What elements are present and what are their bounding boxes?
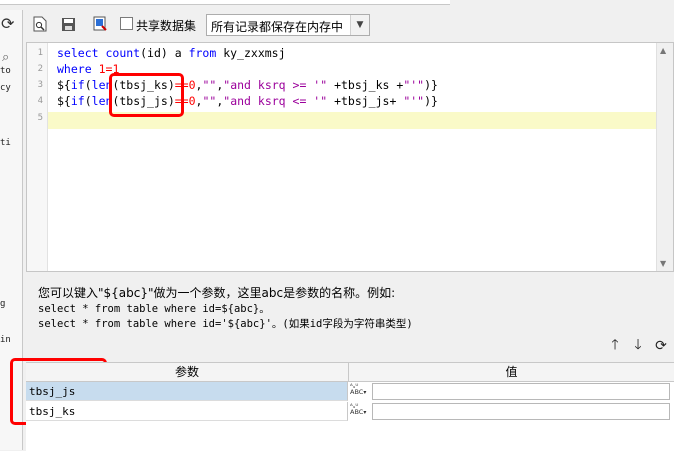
- preview-doc-icon: [33, 16, 47, 32]
- move-down-button[interactable]: 🡓: [629, 337, 647, 355]
- share-dataset-checkbox[interactable]: [120, 17, 133, 30]
- move-up-button[interactable]: 🡑: [606, 337, 624, 355]
- floppy-icon: [61, 17, 75, 31]
- line-number: 4: [37, 96, 43, 106]
- arrow-down-icon: 🡓: [634, 337, 642, 353]
- chevron-down-icon[interactable]: ▼: [350, 15, 369, 35]
- tree-item-fragment[interactable]: in: [0, 335, 11, 345]
- tree-item-fragment[interactable]: cy: [0, 83, 11, 93]
- top-input-edge: [0, 0, 450, 5]
- preview-button[interactable]: [30, 14, 50, 34]
- param-name-cell[interactable]: tbsj_js: [26, 382, 348, 401]
- import-button[interactable]: [90, 14, 110, 34]
- toolbar: 共享数据集 所有记录都保存在内存中 ▼: [24, 12, 674, 38]
- line-number: 5: [37, 113, 43, 123]
- refresh-params-button[interactable]: ⟳: [652, 337, 670, 355]
- line-number-gutter: 1 2 3 4 5: [27, 43, 48, 271]
- sql-editor[interactable]: 1 2 3 4 5 select count(id) a from ky_zxx…: [26, 42, 674, 272]
- line-number: 1: [37, 48, 43, 58]
- code-line[interactable]: ${if(len(tbsj_js)==0,"","and ksrq <= '" …: [57, 93, 438, 109]
- refresh-icon[interactable]: ⟳: [1, 14, 14, 33]
- abc-type-icon[interactable]: ᴬᵤᵁ ABC▾: [350, 403, 370, 421]
- tree-item-fragment[interactable]: g: [0, 299, 5, 309]
- arrow-up-icon: 🡑: [611, 337, 619, 353]
- share-dataset-label: 共享数据集: [136, 19, 197, 33]
- param-value-input[interactable]: [372, 383, 670, 400]
- code-line[interactable]: where 1=1: [57, 61, 119, 77]
- storage-mode-value: 所有记录都保存在内存中: [211, 20, 344, 34]
- abc-type-icon[interactable]: ᴬᵤᵁ ABC▾: [350, 383, 370, 401]
- code-line[interactable]: select count(id) a from ky_zxxmsj: [57, 45, 286, 61]
- line-number: 2: [37, 64, 43, 74]
- line-number: 3: [37, 80, 43, 90]
- param-name-cell[interactable]: tbsj_ks: [26, 402, 348, 421]
- tree-item-fragment[interactable]: ti: [0, 138, 11, 148]
- column-header-param[interactable]: 参数: [26, 363, 349, 382]
- code-line[interactable]: ${if(len(tbsj_ks)==0,"","and ksrq >= '" …: [57, 77, 438, 93]
- parameter-table: 参数 值 tbsj_js ᴬᵤᵁ ABC▾ tbsj_ks ᴬᵤᵁ ABC▾: [26, 362, 674, 451]
- column-header-value[interactable]: 值: [349, 363, 674, 382]
- param-value-input[interactable]: [372, 403, 670, 420]
- editor-vertical-scrollbar[interactable]: ▲ ▼: [656, 43, 673, 271]
- hint-example-line: select * from table where id='${abc}'。(如…: [38, 318, 413, 330]
- scroll-down-icon[interactable]: ▼: [660, 259, 666, 268]
- storage-mode-select[interactable]: 所有记录都保存在内存中 ▼: [206, 14, 370, 36]
- left-panel: ⟳ ⌕ to cy ti g in: [0, 10, 23, 450]
- hint-example-line: select * from table where id=${abc}。: [38, 303, 270, 315]
- hint-line: 您可以键入"${abc}"做为一个参数，这里abc是参数的名称。例如:: [38, 286, 396, 300]
- table-row[interactable]: tbsj_ks ᴬᵤᵁ ABC▾: [26, 402, 674, 422]
- refresh-icon: ⟳: [655, 338, 667, 354]
- save-button[interactable]: [58, 14, 78, 34]
- search-icon[interactable]: ⌕: [2, 50, 9, 65]
- current-line-highlight: [48, 112, 657, 129]
- tree-item-fragment[interactable]: to: [0, 66, 11, 76]
- scroll-up-icon[interactable]: ▲: [660, 46, 666, 55]
- import-doc-icon: [93, 16, 107, 31]
- table-row[interactable]: tbsj_js ᴬᵤᵁ ABC▾: [26, 382, 674, 402]
